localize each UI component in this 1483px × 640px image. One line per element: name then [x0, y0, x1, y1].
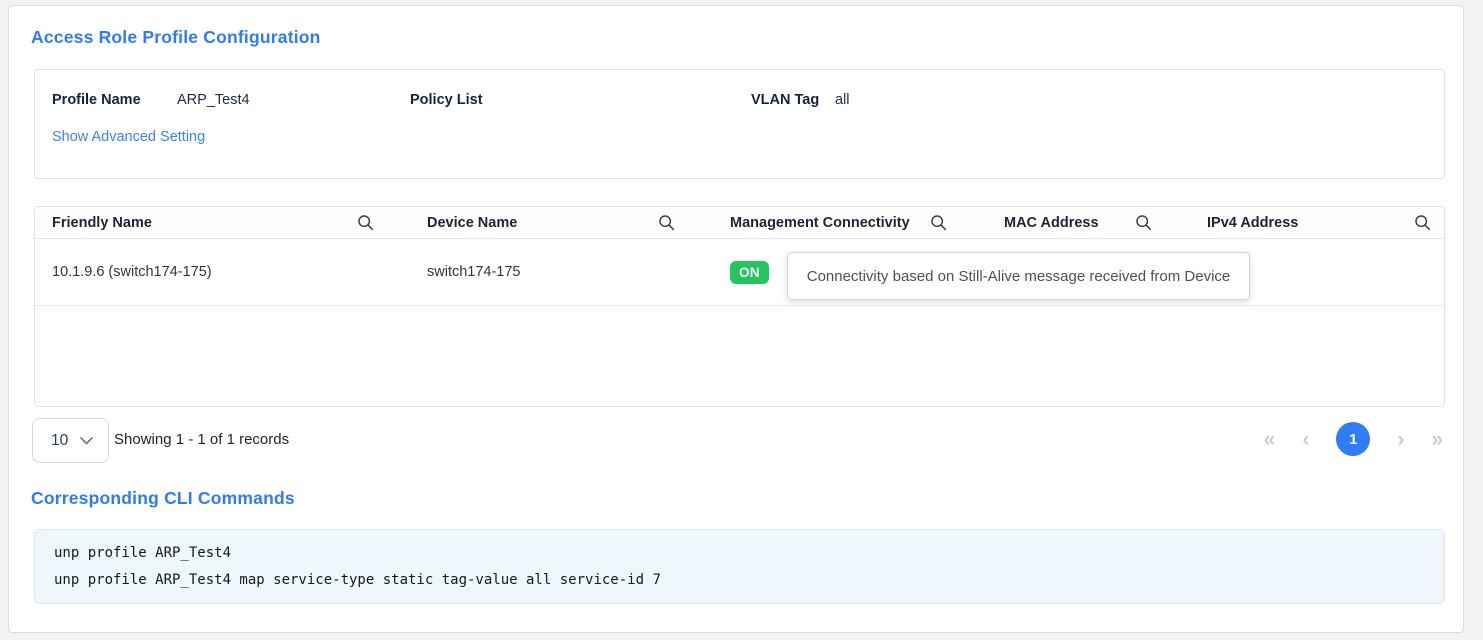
column-management-connectivity[interactable]: Management Connectivity — [713, 207, 987, 238]
prev-page-button[interactable]: ‹ — [1302, 429, 1309, 450]
last-page-button[interactable]: » — [1431, 429, 1443, 450]
current-page-button[interactable]: 1 — [1336, 422, 1370, 456]
vlan-tag-label: VLAN Tag — [751, 92, 819, 108]
friendly-name-cell: 10.1.9.6 (switch174-175) — [35, 264, 410, 280]
cli-commands-box: unp profile ARP_Test4 unp profile ARP_Te… — [34, 529, 1445, 604]
column-label: Device Name — [410, 215, 517, 231]
records-summary: Showing 1 - 1 of 1 records — [114, 413, 289, 465]
cli-command-line: unp profile ARP_Test4 map service-type s… — [54, 572, 1425, 588]
table-header-row: Friendly Name Device Name Management Con… — [35, 207, 1444, 239]
column-device-name[interactable]: Device Name — [410, 207, 713, 238]
page-size-value: 10 — [51, 432, 68, 450]
first-page-button[interactable]: « — [1264, 429, 1276, 450]
profile-name-value: ARP_Test4 — [177, 92, 250, 108]
search-icon[interactable] — [1414, 214, 1444, 231]
search-icon[interactable] — [930, 214, 987, 231]
page-title: Access Role Profile Configuration — [31, 27, 321, 48]
pager-controls: « ‹ 1 › » — [1264, 413, 1443, 465]
page-size-select[interactable]: 10 — [32, 418, 109, 463]
column-label: MAC Address — [987, 215, 1099, 231]
cli-command-line: unp profile ARP_Test4 — [54, 545, 1425, 561]
column-ipv4-address[interactable]: IPv4 Address — [1190, 207, 1444, 238]
vlan-tag-value: all — [835, 92, 850, 108]
column-label: Friendly Name — [35, 215, 152, 231]
search-icon[interactable] — [1135, 214, 1190, 231]
chevron-down-icon — [80, 437, 93, 445]
search-icon[interactable] — [658, 214, 713, 231]
device-name-cell: switch174-175 — [410, 264, 713, 280]
column-label: Management Connectivity — [713, 215, 910, 231]
next-page-button[interactable]: › — [1397, 429, 1404, 450]
connectivity-on-badge[interactable]: ON — [730, 261, 769, 284]
column-label: IPv4 Address — [1190, 215, 1298, 231]
devices-table: Friendly Name Device Name Management Con… — [34, 206, 1445, 407]
column-mac-address[interactable]: MAC Address — [987, 207, 1190, 238]
access-role-profile-card: Access Role Profile Configuration Profil… — [8, 5, 1464, 633]
connectivity-tooltip: Connectivity based on Still-Alive messag… — [787, 252, 1250, 300]
column-friendly-name[interactable]: Friendly Name — [35, 207, 410, 238]
show-advanced-setting-link[interactable]: Show Advanced Setting — [52, 129, 205, 145]
profile-name-label: Profile Name — [52, 92, 141, 108]
policy-list-label: Policy List — [410, 92, 483, 108]
search-icon[interactable] — [357, 214, 410, 231]
pagination-bar: 10 Showing 1 - 1 of 1 records « ‹ 1 › » — [9, 413, 1465, 465]
profile-summary-panel: Profile Name ARP_Test4 Policy List VLAN … — [34, 69, 1445, 179]
cli-commands-title: Corresponding CLI Commands — [31, 488, 295, 509]
